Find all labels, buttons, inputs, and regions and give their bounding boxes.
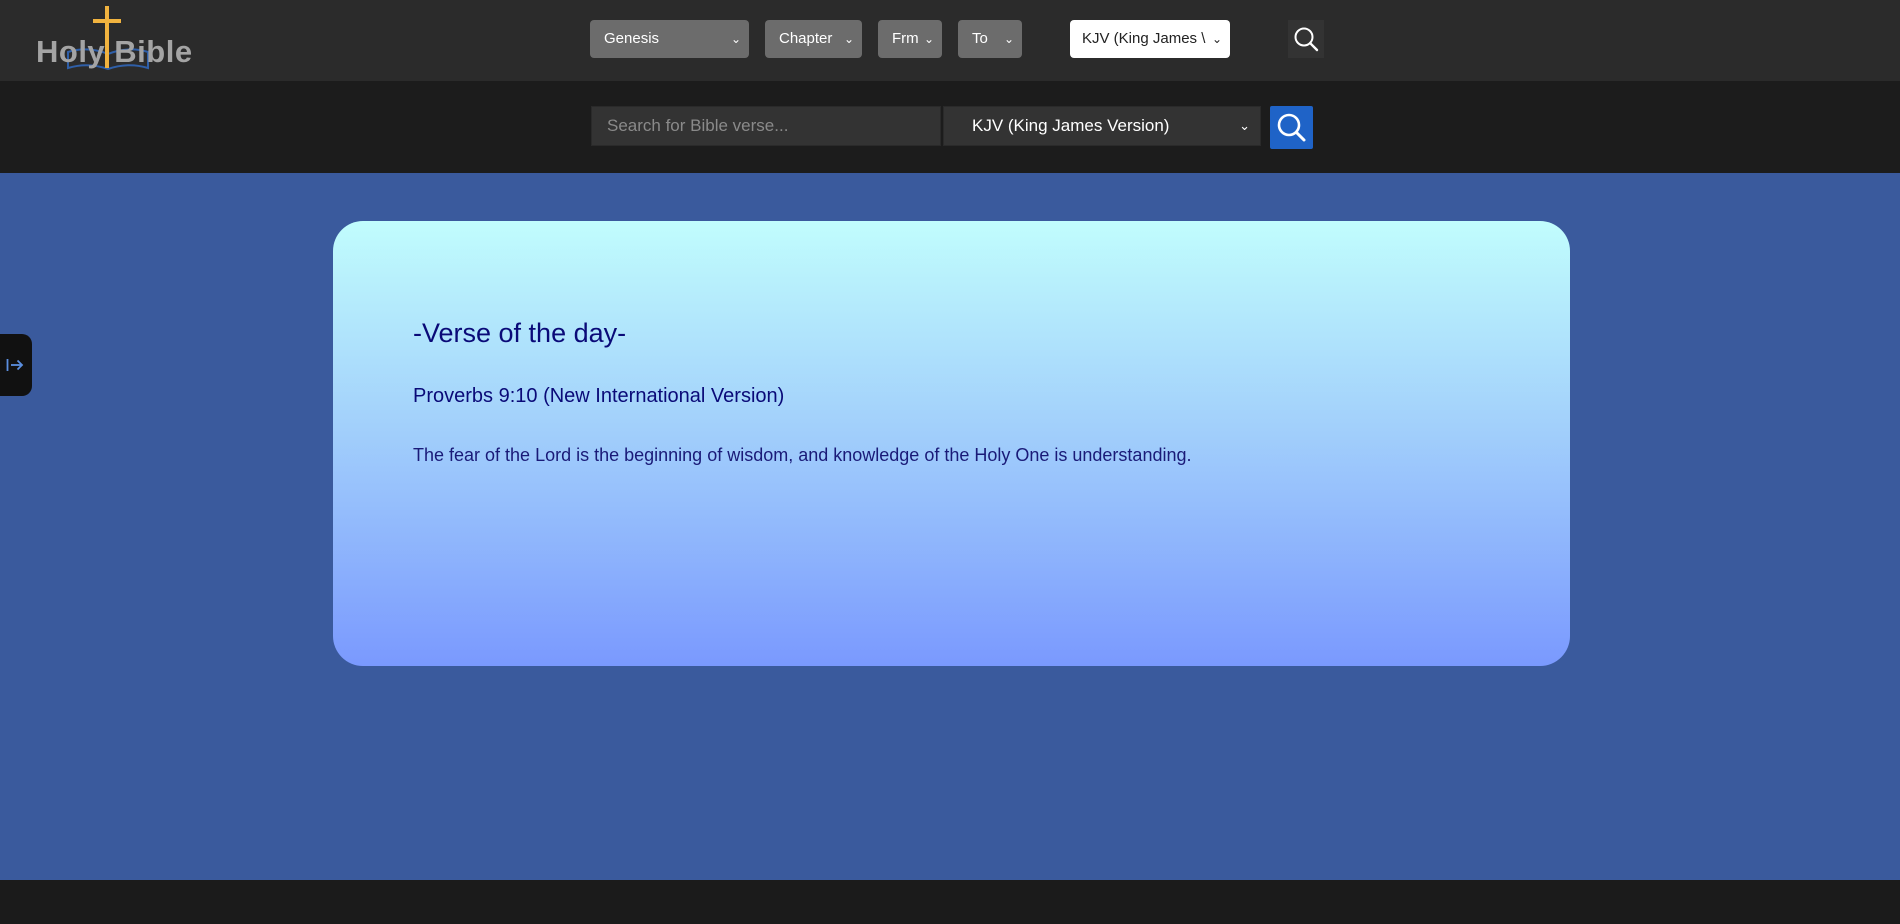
from-verse-select[interactable]: Frm ⌄ [878, 20, 942, 58]
search-version-select[interactable]: KJV (King James Version) ⌄ [943, 106, 1261, 146]
chevron-down-icon: ⌄ [1211, 32, 1222, 46]
search-icon [1277, 113, 1306, 142]
top-search-button[interactable] [1288, 20, 1324, 58]
expand-sidebar-icon [6, 359, 24, 371]
chevron-down-icon: ⌄ [843, 32, 854, 46]
verse-search-input[interactable] [591, 106, 941, 146]
book-select[interactable]: Genesis ⌄ [590, 20, 749, 58]
top-navbar: Holy Bible Genesis ⌄ Chapter ⌄ Frm ⌄ To … [0, 0, 1900, 81]
chapter-select[interactable]: Chapter ⌄ [765, 20, 862, 58]
verse-reference: Proverbs 9:10 (New International Version… [413, 385, 785, 407]
verse-of-the-day-card: -Verse of the day- Proverbs 9:10 (New In… [333, 221, 1570, 666]
footer [0, 880, 1900, 924]
top-version-select[interactable]: KJV (King James \ ⌄ [1070, 20, 1230, 58]
search-icon [1294, 27, 1319, 52]
chevron-down-icon: ⌄ [1239, 118, 1250, 133]
chevron-down-icon: ⌄ [923, 32, 934, 46]
logo-text: Holy Bible [36, 34, 193, 69]
verse-of-the-day-heading: -Verse of the day- [413, 318, 627, 348]
holy-bible-logo[interactable]: Holy Bible [36, 6, 196, 72]
verse-search-button[interactable] [1270, 106, 1313, 149]
sidebar-toggle[interactable] [0, 334, 32, 396]
chevron-down-icon: ⌄ [1003, 32, 1014, 46]
to-verse-select[interactable]: To ⌄ [958, 20, 1022, 58]
verse-text: The fear of the Lord is the beginning of… [413, 445, 1192, 465]
chevron-down-icon: ⌄ [730, 32, 741, 46]
